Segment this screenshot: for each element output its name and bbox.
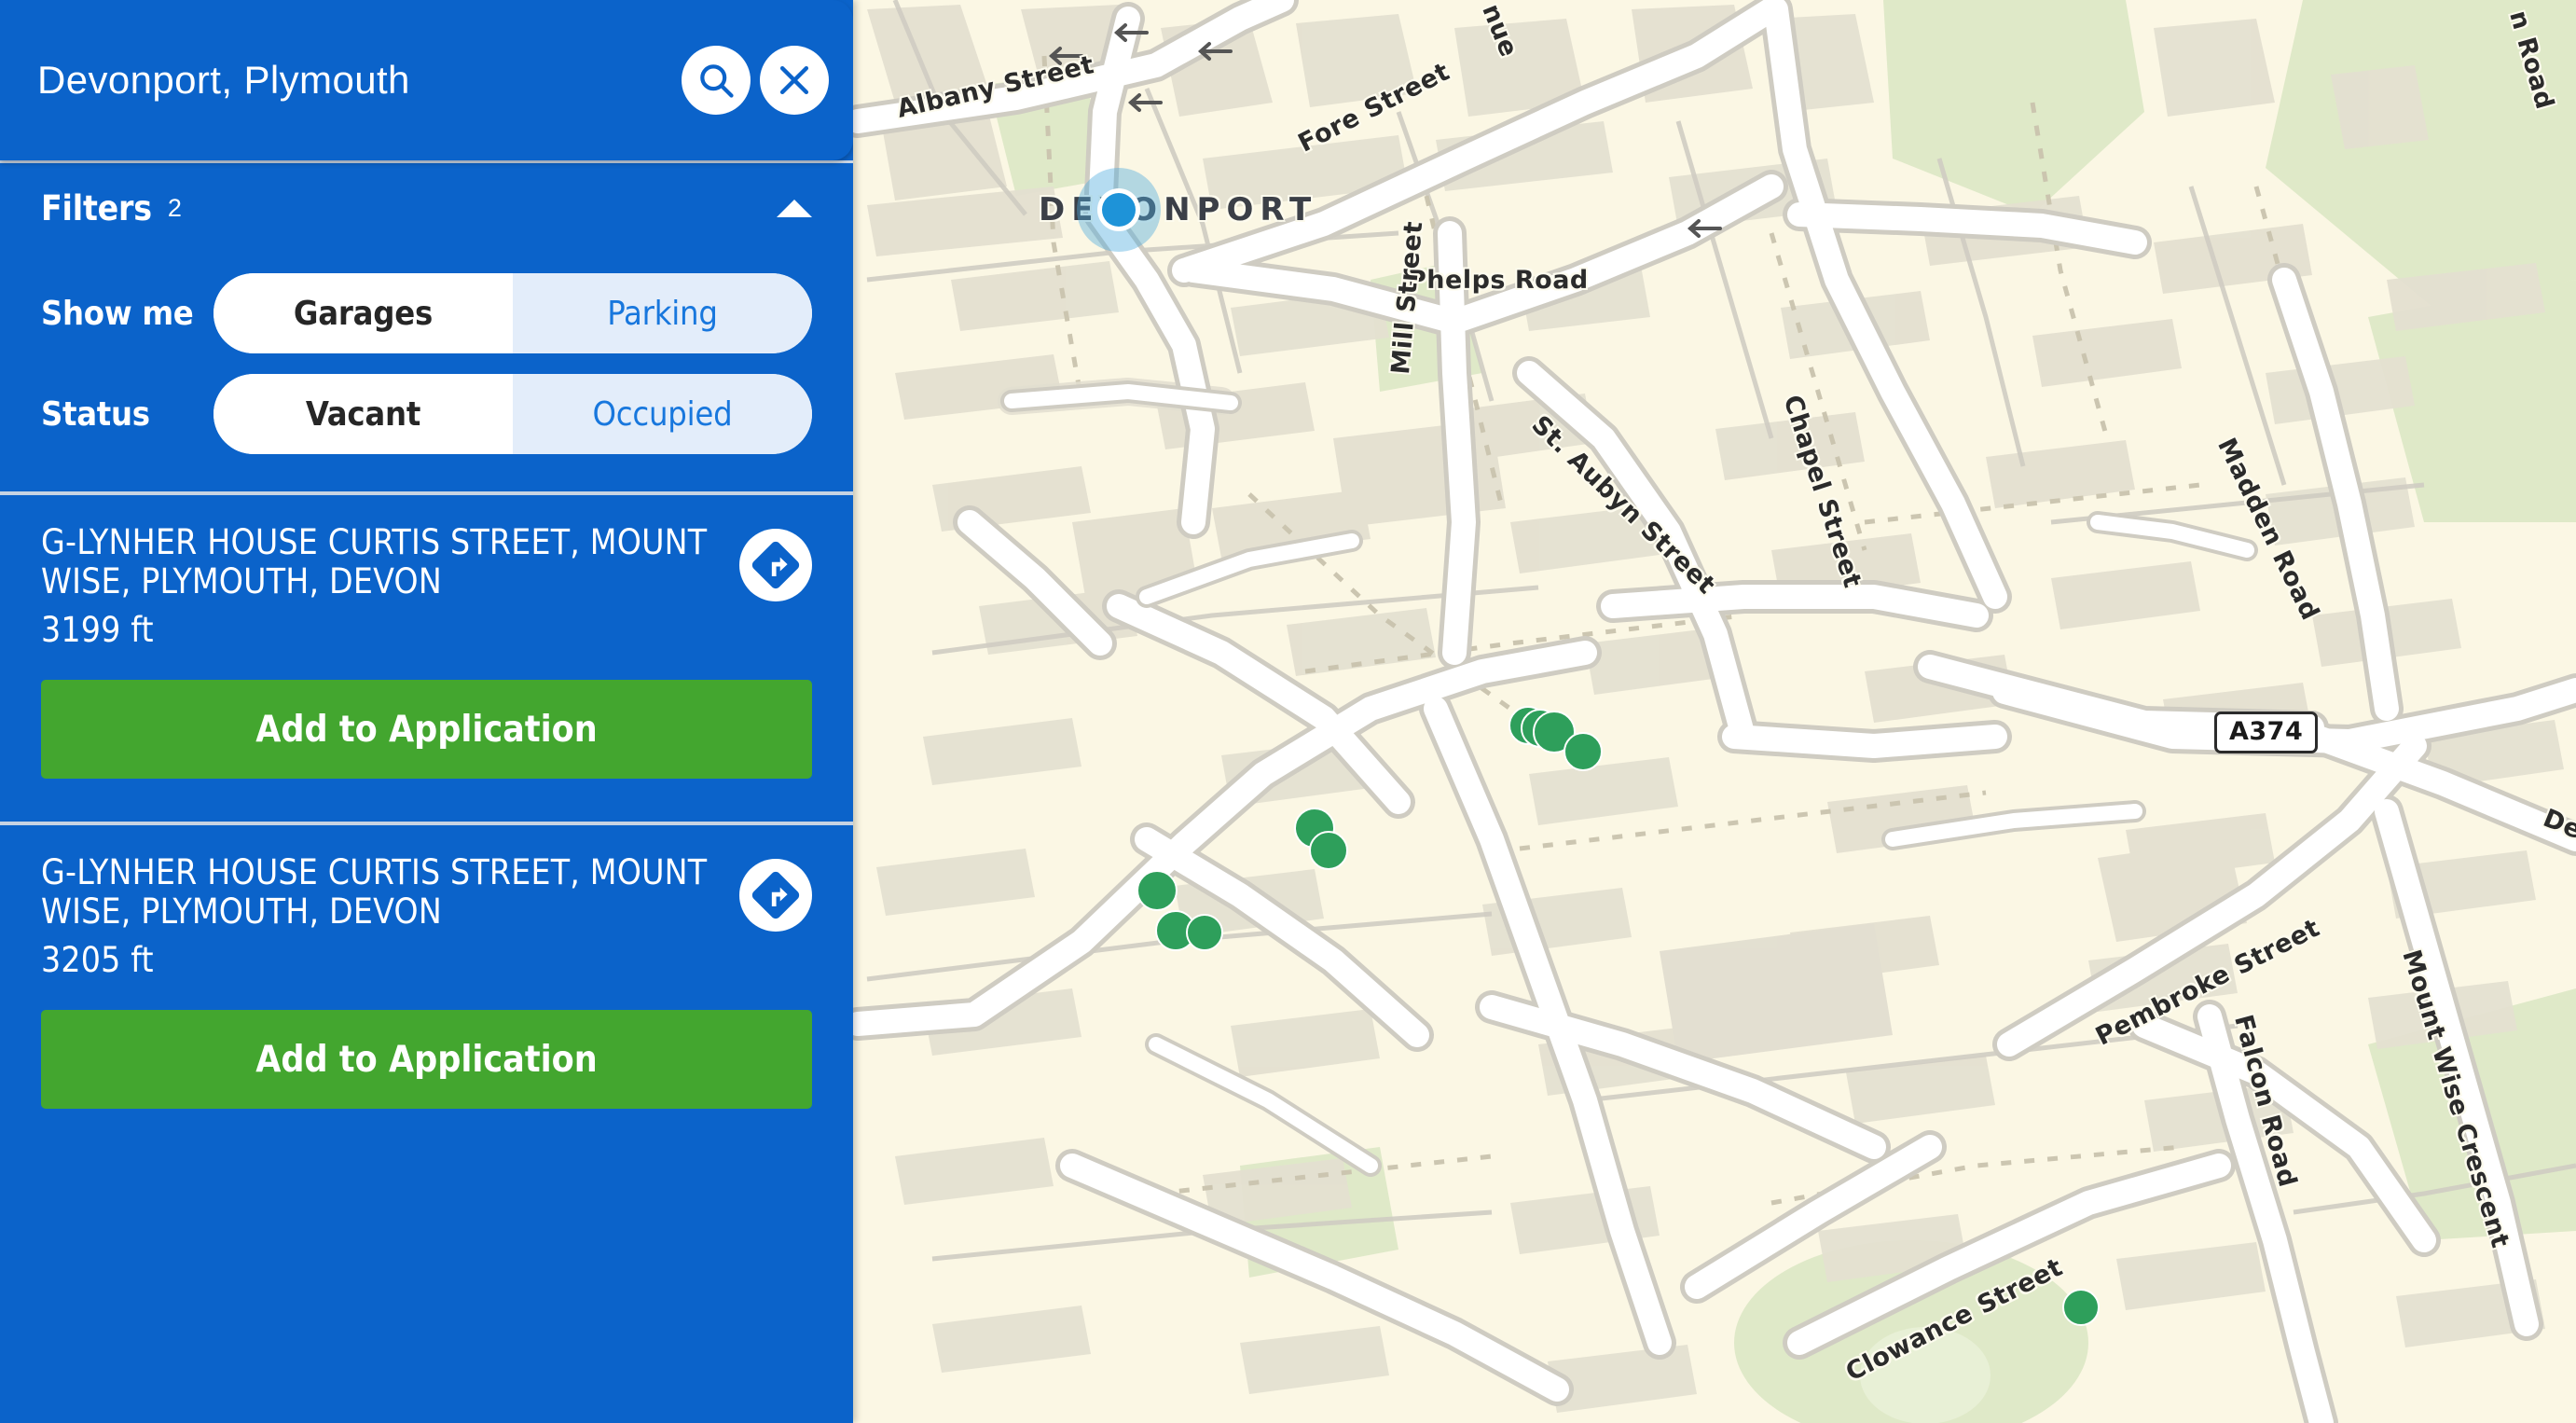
road-shield-a374: A374 — [2214, 712, 2319, 753]
add-to-application-button[interactable]: Add to Application — [41, 680, 812, 779]
map-marker[interactable] — [2062, 1289, 2100, 1326]
search-glyph — [700, 64, 734, 98]
close-icon — [779, 65, 809, 95]
segment-parking[interactable]: Parking — [513, 273, 812, 353]
result-title: G-LYNHER HOUSE CURTIS STREET, MOUNT WISE… — [41, 852, 708, 932]
segment-vacant[interactable]: Vacant — [214, 374, 513, 454]
filters-title: Filters — [41, 187, 152, 228]
directions-icon[interactable] — [739, 859, 812, 932]
filter-label-show-me: Show me — [41, 294, 194, 333]
clear-search-button[interactable] — [760, 46, 829, 115]
result-title: G-LYNHER HOUSE CURTIS STREET, MOUNT WISE… — [41, 522, 708, 601]
filter-row-status: Status Vacant Occupied — [41, 374, 812, 454]
result-card-header: G-LYNHER HOUSE CURTIS STREET, MOUNT WISE… — [41, 523, 812, 601]
segment-garages[interactable]: Garages — [214, 273, 513, 353]
chevron-up-icon[interactable] — [777, 199, 812, 217]
search-input[interactable]: Devonport, Plymouth — [37, 58, 672, 103]
app-root: Albany Street Fore Street Phelps Road Mi… — [0, 0, 2576, 1423]
map-marker[interactable] — [1136, 870, 1178, 911]
result-distance: 3199 ft — [41, 610, 154, 650]
directions-icon[interactable] — [739, 529, 812, 601]
search-icon[interactable] — [682, 46, 751, 115]
filters-active-count: 2 — [167, 193, 182, 222]
directions-glyph — [751, 541, 800, 589]
result-card-header: G-LYNHER HOUSE CURTIS STREET, MOUNT WISE… — [41, 853, 812, 932]
map-marker[interactable] — [1186, 914, 1223, 951]
add-to-application-button[interactable]: Add to Application — [41, 1010, 812, 1109]
result-distance: 3205 ft — [41, 940, 154, 980]
filters-section: Filters 2 Show me Garages Parking Status… — [0, 160, 853, 491]
segmented-control-show-me: Garages Parking — [214, 273, 812, 353]
search-bar[interactable]: Devonport, Plymouth — [0, 0, 853, 160]
result-card[interactable]: G-LYNHER HOUSE CURTIS STREET, MOUNT WISE… — [0, 491, 853, 822]
filter-row-show-me: Show me Garages Parking — [41, 273, 812, 353]
user-location-dot[interactable] — [1102, 193, 1136, 227]
filter-label-status: Status — [41, 394, 150, 434]
segmented-control-status: Vacant Occupied — [214, 374, 812, 454]
map-marker[interactable] — [1564, 732, 1603, 771]
result-card[interactable]: G-LYNHER HOUSE CURTIS STREET, MOUNT WISE… — [0, 822, 853, 1152]
map-marker[interactable] — [1309, 831, 1348, 870]
filters-header[interactable]: Filters 2 — [41, 163, 812, 253]
segment-occupied[interactable]: Occupied — [513, 374, 812, 454]
search-results-panel: Devonport, Plymouth Filters 2 Show me Ga… — [0, 0, 853, 1423]
directions-glyph — [751, 871, 800, 919]
